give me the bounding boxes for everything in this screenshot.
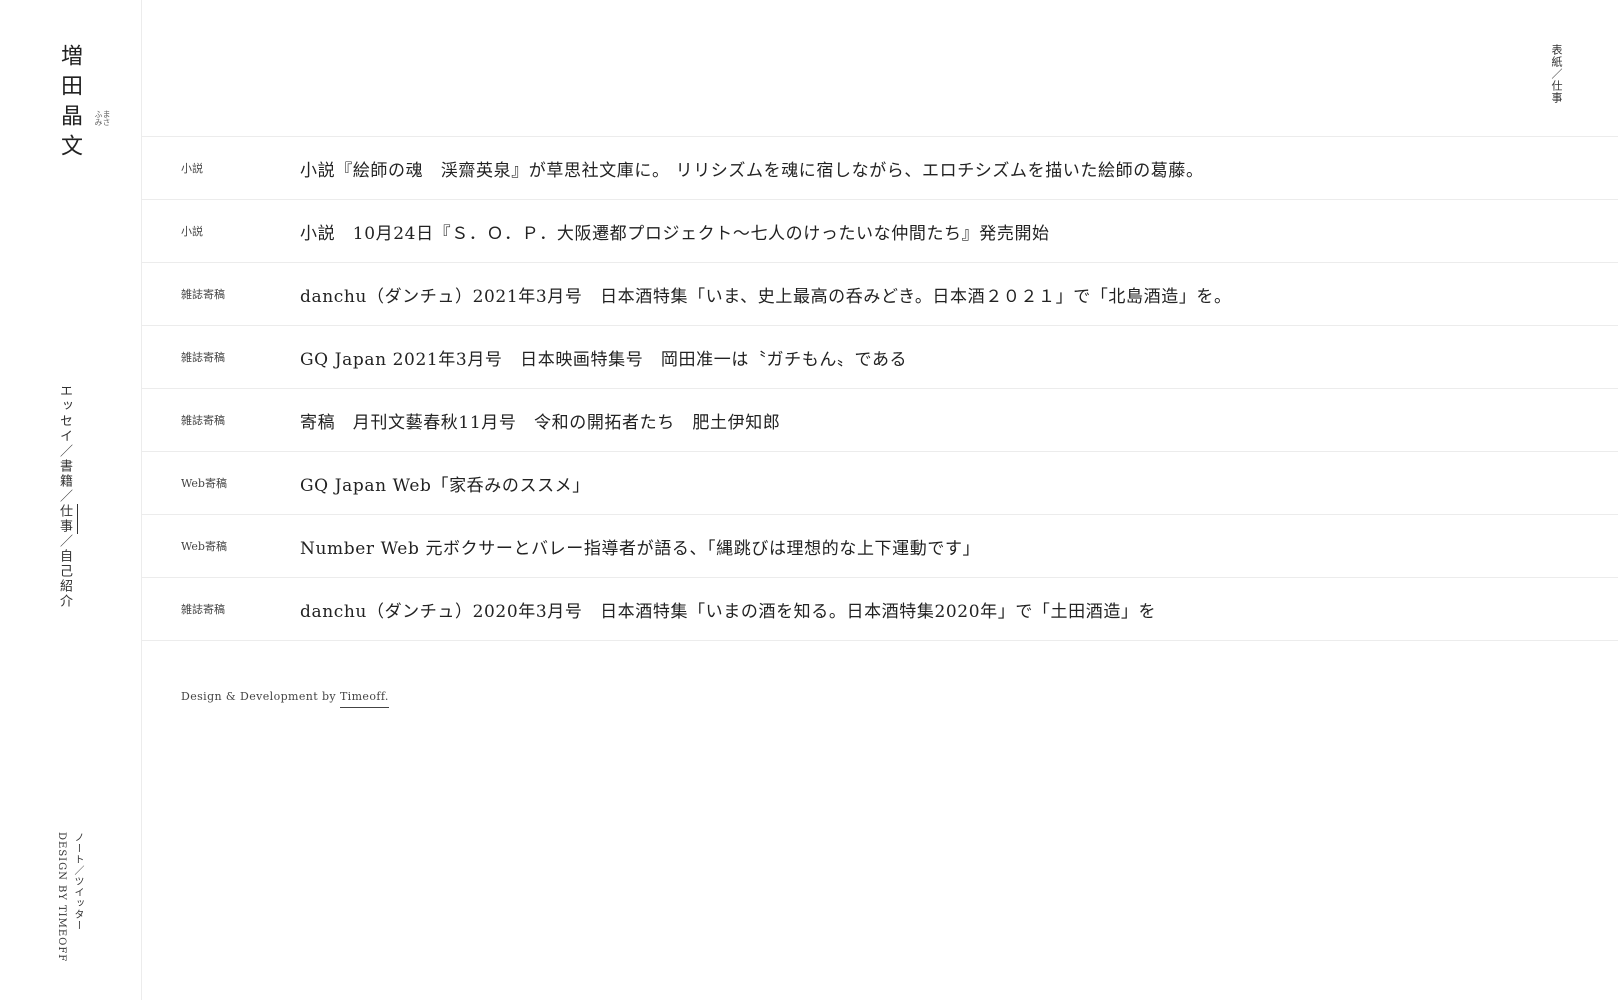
work-title[interactable]: danchu（ダンチュ）2021年3月号 日本酒特集「いま、史上最高の呑みどき。… [300,282,1232,307]
work-category: Web寄稿 [181,540,227,553]
sidebar: 増田晶文 まさ ふみ エッセイ／書籍／仕事／自己紹介 ノート／ツイッター DES… [0,0,142,1000]
work-title[interactable]: GQ Japan Web「家呑みのススメ」 [300,471,590,496]
twitter-link[interactable]: ツイッター [72,876,83,931]
work-row[interactable]: 雑誌寄稿 寄稿 月刊文藝春秋11月号 令和の開拓者たち 肥土伊知郎 [142,389,1618,452]
work-category: 雑誌寄稿 [181,351,225,364]
work-category: 雑誌寄稿 [181,603,225,616]
logo-kana: まさ ふみ [94,110,111,126]
footer-credit: Design & Development by Timeoff. [181,690,389,708]
nav-item-work[interactable]: 仕事 [57,504,78,534]
logo-name: 増田晶文 [57,44,82,164]
timeoff-link[interactable]: Timeoff. [339,690,389,708]
nav-item-essay[interactable]: エッセイ [57,384,72,444]
work-row[interactable]: 雑誌寄稿 GQ Japan 2021年3月号 日本映画特集号 岡田准一は〝ガチも… [142,326,1618,389]
work-row[interactable]: Web寄稿 GQ Japan Web「家呑みのススメ」 [142,452,1618,515]
nav-separator: ／ [57,534,72,549]
nav-separator: ／ [57,444,72,459]
nav-item-profile[interactable]: 自己紹介 [57,549,72,609]
bottom-separator: ／ [72,865,83,876]
work-title[interactable]: 小説 10月24日『Ｓ．Ｏ．Ｐ．大阪遷都プロジェクト〜七人のけったいな仲間たち』… [300,219,1050,244]
work-category: 雑誌寄稿 [181,414,225,427]
work-category: 雑誌寄稿 [181,288,225,301]
work-row[interactable]: 小説 小説『絵師の魂 渓齋英泉』が草思社文庫に。 リリシズムを魂に宿しながら、エ… [142,137,1618,200]
breadcrumb[interactable]: 表紙／仕事 [1550,44,1563,104]
note-twitter-links: ノート／ツイッター [72,832,83,962]
site-logo[interactable]: 増田晶文 まさ ふみ [57,44,111,164]
side-bottom-links: ノート／ツイッター DESIGN BY TIMEOFF [56,832,83,962]
work-category: Web寄稿 [181,477,227,490]
works-list: 小説 小説『絵師の魂 渓齋英泉』が草思社文庫に。 リリシズムを魂に宿しながら、エ… [142,136,1618,641]
design-by-link[interactable]: DESIGN BY TIMEOFF [56,832,67,962]
work-category: 小説 [181,162,203,175]
work-title[interactable]: 小説『絵師の魂 渓齋英泉』が草思社文庫に。 リリシズムを魂に宿しながら、エロチシ… [300,156,1204,181]
work-title[interactable]: danchu（ダンチュ）2020年3月号 日本酒特集「いまの酒を知る。日本酒特集… [300,597,1156,622]
note-link[interactable]: ノート [72,832,83,865]
work-row[interactable]: 雑誌寄稿 danchu（ダンチュ）2020年3月号 日本酒特集「いまの酒を知る。… [142,578,1618,641]
work-title[interactable]: Number Web 元ボクサーとバレー指導者が語る、「縄跳びは理想的な上下運動… [300,534,980,559]
work-row[interactable]: Web寄稿 Number Web 元ボクサーとバレー指導者が語る、「縄跳びは理想… [142,515,1618,578]
work-category: 小説 [181,225,203,238]
nav-separator: ／ [57,489,72,504]
nav-item-books[interactable]: 書籍 [57,459,72,489]
work-row[interactable]: 小説 小説 10月24日『Ｓ．Ｏ．Ｐ．大阪遷都プロジェクト〜七人のけったいな仲間… [142,200,1618,263]
logo-kana-first: まさ [102,110,111,126]
work-title[interactable]: 寄稿 月刊文藝春秋11月号 令和の開拓者たち 肥土伊知郎 [300,408,780,433]
credit-text: Design & Development by [181,690,340,703]
work-title[interactable]: GQ Japan 2021年3月号 日本映画特集号 岡田准一は〝ガチもん〟である [300,345,907,370]
side-nav: エッセイ／書籍／仕事／自己紹介 [57,384,78,609]
work-row[interactable]: 雑誌寄稿 danchu（ダンチュ）2021年3月号 日本酒特集「いま、史上最高の… [142,263,1618,326]
logo-kana-second: ふみ [94,110,103,126]
